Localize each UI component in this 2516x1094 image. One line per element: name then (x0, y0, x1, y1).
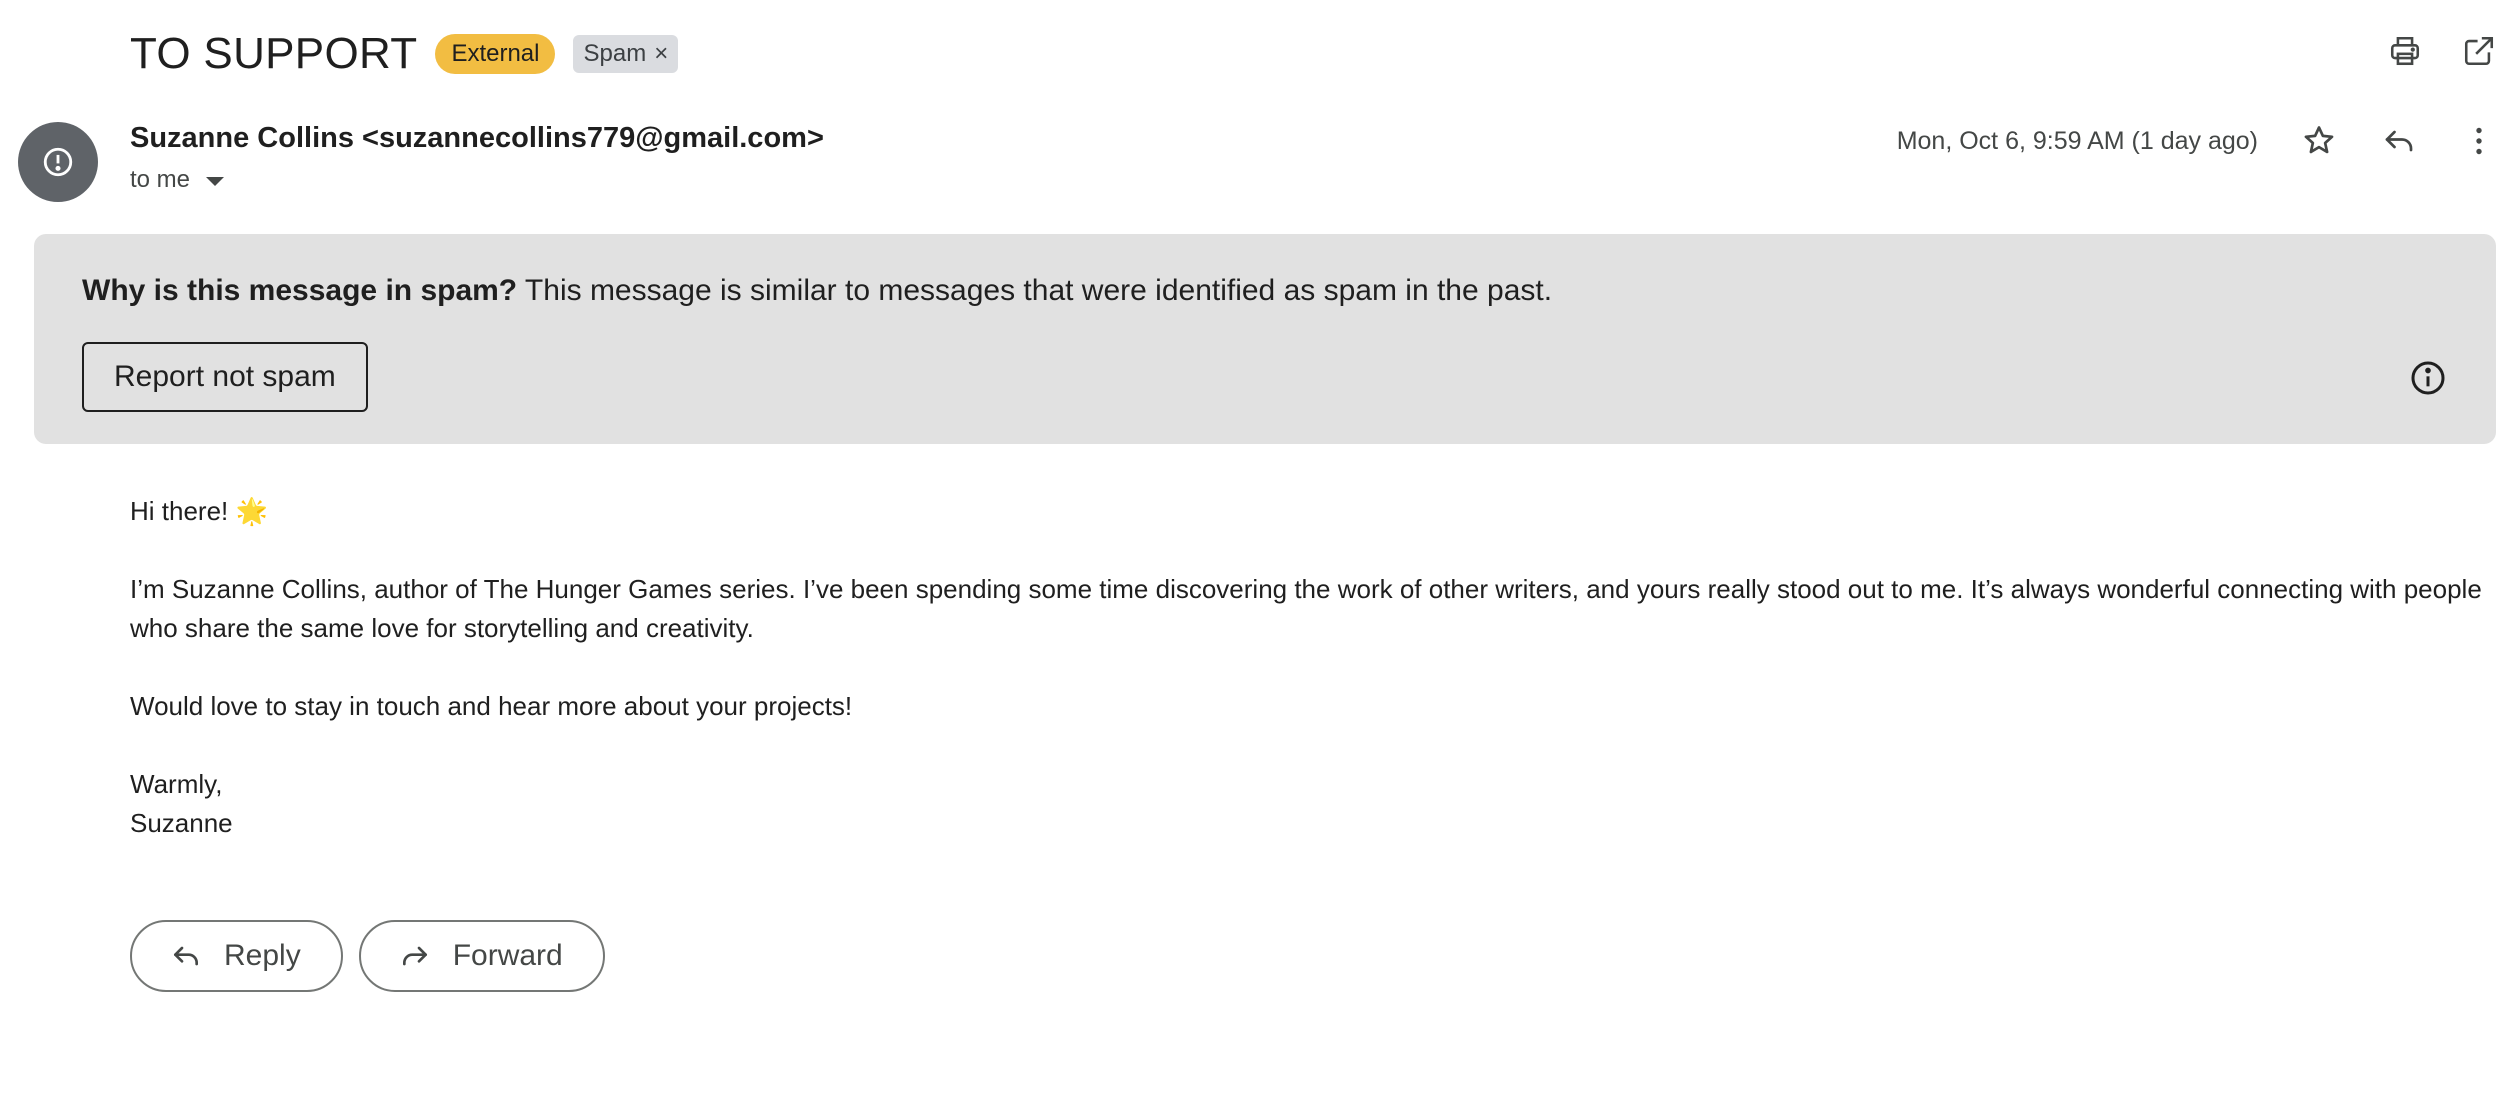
reply-icon[interactable] (2380, 122, 2418, 160)
reply-button-label: Reply (224, 939, 301, 972)
external-label: External (435, 34, 556, 74)
info-icon[interactable] (2408, 358, 2448, 398)
show-details-icon[interactable] (206, 177, 225, 186)
body-signoff: Warmly, (130, 769, 223, 799)
reply-button[interactable]: Reply (130, 920, 343, 992)
subject-row: TO SUPPORT External Spam × (130, 22, 679, 86)
reply-actions: Reply Forward (130, 920, 605, 992)
forward-icon (402, 946, 427, 966)
top-actions (2386, 32, 2498, 70)
recipients: to me (130, 166, 225, 194)
recipients-text: to me (130, 166, 191, 193)
remove-label-icon[interactable]: × (654, 39, 668, 69)
body-paragraph: I’m Suzanne Collins, author of The Hunge… (130, 574, 2482, 643)
spam-question: Why is this message in spam? (82, 274, 518, 307)
print-icon[interactable] (2386, 32, 2424, 70)
email-view: TO SUPPORT External Spam × Suzanne Colli… (0, 0, 2516, 1094)
open-in-new-window-icon[interactable] (2460, 32, 2498, 70)
alert-circle-icon (43, 147, 73, 177)
spam-explanation: This message is similar to messages that… (517, 274, 1553, 307)
message-meta: Mon, Oct 6, 9:59 AM (1 day ago) (1897, 122, 2498, 160)
star-icon[interactable] (2300, 122, 2338, 160)
spam-warning-banner: Why is this message in spam? This messag… (34, 234, 2496, 444)
more-vert-icon[interactable] (2460, 122, 2498, 160)
spam-label-text: Spam (583, 40, 647, 67)
report-not-spam-button[interactable]: Report not spam (82, 342, 368, 412)
email-subject: TO SUPPORT (130, 29, 418, 78)
body-signature: Suzanne (130, 808, 233, 838)
body-paragraph: Would love to stay in touch and hear mor… (130, 691, 853, 721)
body-greeting: Hi there! 🌟 (130, 496, 268, 526)
message-body: Hi there! 🌟 I’m Suzanne Collins, author … (130, 492, 2490, 843)
sender-name[interactable]: Suzanne Collins <suzannecollins779@gmail… (130, 122, 824, 155)
forward-button[interactable]: Forward (358, 920, 605, 992)
sender-avatar[interactable] (18, 122, 98, 202)
message-date: Mon, Oct 6, 9:59 AM (1 day ago) (1896, 126, 2258, 155)
reply-icon (174, 946, 198, 966)
spam-label: Spam × (573, 35, 679, 73)
spam-reason: Why is this message in spam? This messag… (82, 274, 1552, 308)
forward-button-label: Forward (452, 939, 563, 972)
